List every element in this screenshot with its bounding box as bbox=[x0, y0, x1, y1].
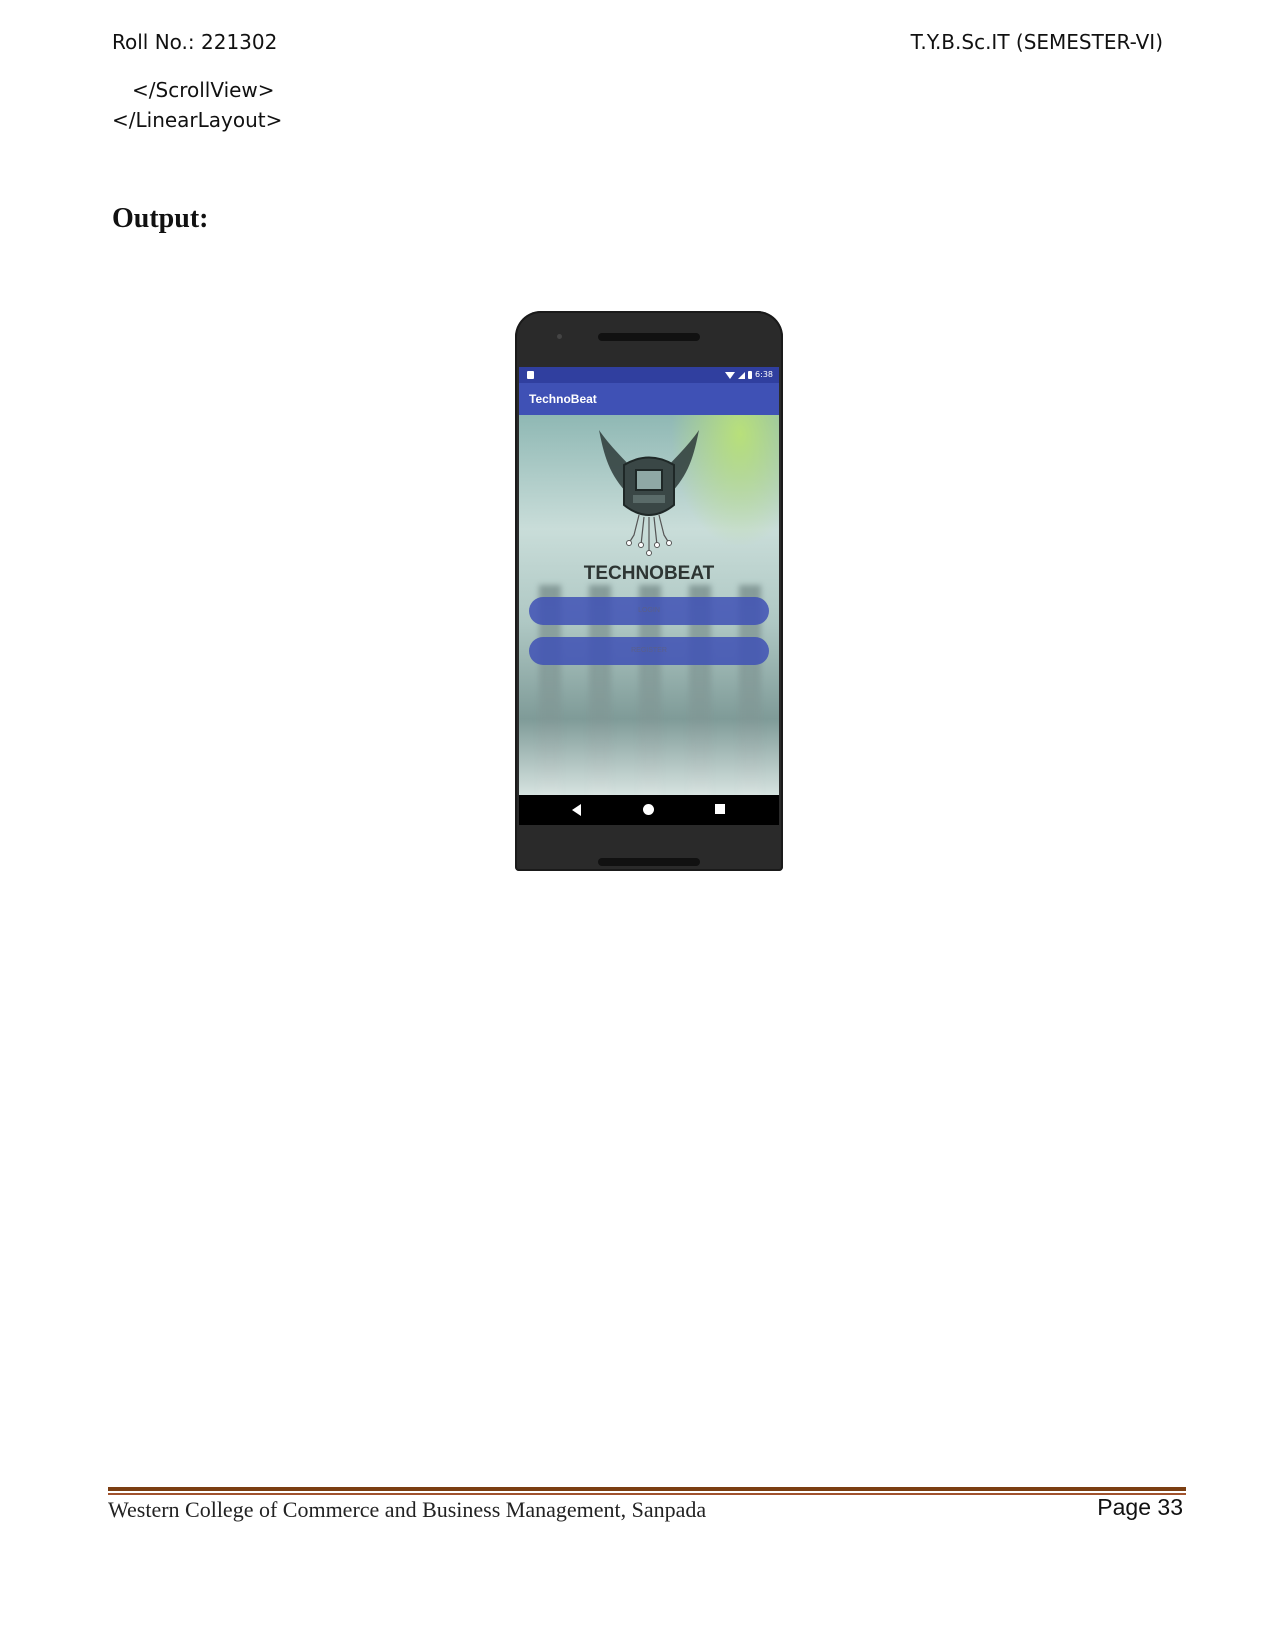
brand-text: TECHNOBEAT bbox=[583, 563, 715, 584]
earpiece-speaker bbox=[598, 333, 700, 341]
phone-mockup: 6:38 TechnoBeat TECHNOBEAT LOGIN REGISTE… bbox=[515, 311, 783, 871]
technobeat-logo bbox=[599, 430, 699, 556]
notification-icon bbox=[527, 371, 534, 379]
register-button[interactable]: REGISTER bbox=[529, 637, 769, 665]
app-title: TechnoBeat bbox=[529, 392, 597, 406]
status-bar: 6:38 bbox=[519, 367, 779, 383]
app-content: TECHNOBEAT LOGIN REGISTER bbox=[519, 415, 779, 805]
recent-apps-icon[interactable] bbox=[715, 804, 725, 814]
output-heading: Output: bbox=[112, 203, 209, 234]
login-button[interactable]: LOGIN bbox=[529, 597, 769, 625]
bottom-speaker bbox=[598, 858, 700, 866]
front-camera bbox=[557, 334, 562, 339]
status-icons: 6:38 bbox=[725, 367, 773, 383]
signal-icon bbox=[738, 371, 746, 379]
back-icon[interactable] bbox=[572, 804, 581, 816]
footer-divider-thin bbox=[108, 1493, 1186, 1495]
phone-screen: 6:38 TechnoBeat TECHNOBEAT LOGIN REGISTE… bbox=[519, 367, 779, 825]
home-icon[interactable] bbox=[643, 804, 654, 815]
page-number: Page 33 bbox=[1097, 1494, 1183, 1520]
code-line-linearlayout: </LinearLayout> bbox=[112, 108, 283, 132]
app-bar: TechnoBeat bbox=[519, 383, 779, 415]
navigation-bar bbox=[519, 795, 779, 825]
roll-number: Roll No.: 221302 bbox=[112, 30, 278, 54]
class-info: T.Y.B.Sc.IT (SEMESTER-VI) bbox=[910, 30, 1163, 54]
battery-icon bbox=[748, 371, 753, 379]
status-time: 6:38 bbox=[755, 370, 773, 379]
wifi-icon bbox=[725, 371, 736, 379]
code-line-scrollview: </ScrollView> bbox=[132, 78, 275, 102]
college-name: Western College of Commerce and Business… bbox=[108, 1497, 707, 1522]
footer-divider bbox=[108, 1487, 1186, 1491]
